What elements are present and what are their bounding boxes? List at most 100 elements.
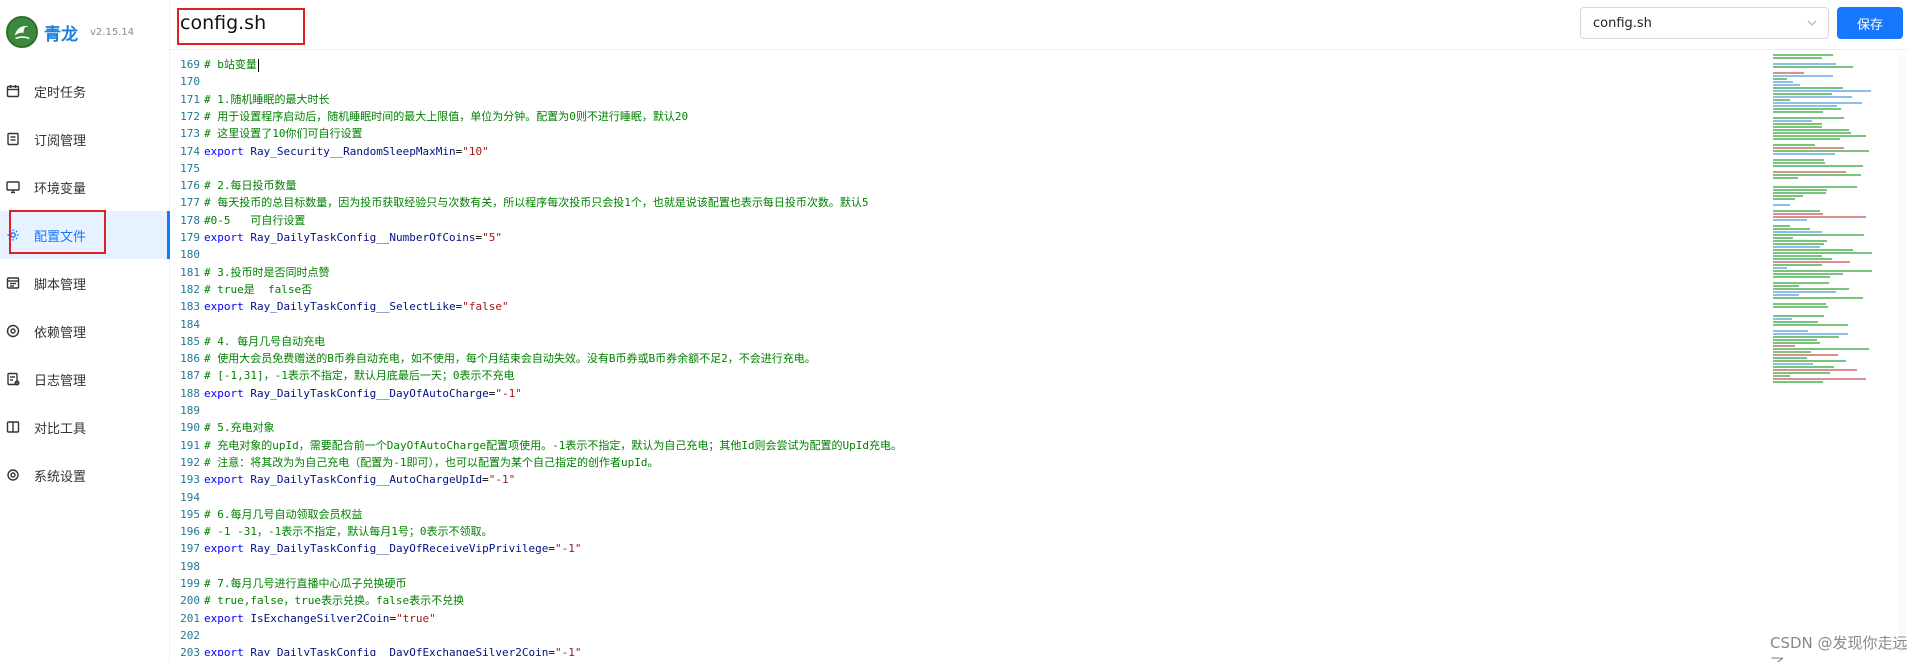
- minimap-line: [1773, 318, 1792, 320]
- sidebar-item-label: 脚本管理: [34, 277, 87, 293]
- code-line[interactable]: 184: [170, 316, 204, 333]
- file-select-value: config.sh: [1593, 15, 1652, 31]
- minimap-line: [1773, 375, 1790, 377]
- code-keyword: export: [204, 300, 251, 314]
- code-line[interactable]: 169 # b站变量: [170, 56, 259, 73]
- code-line[interactable]: 170: [170, 73, 204, 90]
- file-select[interactable]: config.sh: [1580, 7, 1829, 39]
- code-line[interactable]: 171 # 1.随机睡眠的最大时长: [170, 91, 329, 108]
- line-number: 179: [180, 231, 200, 244]
- line-number: 175: [180, 161, 200, 175]
- sidebar-item-label: 系统设置: [34, 469, 87, 485]
- code-editor[interactable]: 169 # b站变量 170 171 # 1.随机睡眠的最大时长 172 # 用于设置程序启…: [170, 56, 1770, 656]
- sidebar-item-label: 订阅管理: [34, 133, 87, 149]
- sidebar-item-scripts[interactable]: 脚本管理: [0, 259, 170, 307]
- code-string: "-1": [555, 646, 582, 656]
- code-line[interactable]: 179 export Ray_DailyTaskConfig__NumberOfC…: [170, 229, 502, 246]
- code-line[interactable]: 180: [170, 246, 204, 263]
- monitor-icon: [6, 180, 20, 194]
- code-comment: # 用于设置程序启动后，随机睡眠时间的最大上限值，单位为分钟。配置为0则不进行睡…: [204, 109, 689, 123]
- code-line[interactable]: 190 # 5.充电对象: [170, 419, 274, 436]
- code-comment: # 这里设置了10你们可自行设置: [204, 127, 363, 141]
- app-logo[interactable]: 青龙 v2.15.14: [6, 14, 134, 50]
- code-line[interactable]: 177 # 每天投币的总目标数量，因为投币获取经验只与次数有关，所以程序每次投币只…: [170, 194, 868, 211]
- line-number: 177: [180, 196, 200, 210]
- editor-scrollbar[interactable]: [1898, 54, 1906, 654]
- minimap-line: [1773, 339, 1817, 341]
- minimap-line: [1773, 192, 1826, 194]
- code-line[interactable]: 174 export Ray_Security__RandomSleepMaxMi…: [170, 143, 489, 160]
- code-line[interactable]: 201 export IsExchangeSilver2Coin="true": [170, 610, 436, 627]
- sidebar-item-subscription[interactable]: 订阅管理: [0, 115, 170, 163]
- line-number: 185: [180, 334, 200, 348]
- sidebar-item-cron[interactable]: 定时任务: [0, 67, 170, 115]
- sidebar-item-label: 对比工具: [34, 421, 87, 437]
- sidebar-item-logs[interactable]: 日志管理: [0, 355, 170, 403]
- code-line[interactable]: 173 # 这里设置了10你们可自行设置: [170, 125, 363, 142]
- app-version: v2.15.14: [90, 26, 135, 38]
- code-line[interactable]: 203 export Ray_DailyTaskConfig__DayOfExch…: [170, 644, 582, 656]
- code-string: "-1": [555, 542, 582, 556]
- minimap-line: [1773, 366, 1834, 368]
- code-line[interactable]: 191 # 充电对象的upId，需要配合前一个DayOfAutoCharge配置项…: [170, 437, 902, 454]
- code-comment: # 使用大会员免费赠送的B币券自动充电，如不使用，每个月结束会自动失效。没有B币…: [204, 352, 816, 366]
- sidebar-item-dependencies[interactable]: 依赖管理: [0, 307, 170, 355]
- code-line[interactable]: 185 # 4. 每月几号自动充电: [170, 333, 325, 350]
- minimap-line: [1773, 210, 1820, 212]
- code-comment: # true是 false否: [204, 282, 313, 296]
- code-line[interactable]: 181 # 3.投币时是否同时点赞: [170, 264, 329, 281]
- sidebar-item-label: 依赖管理: [34, 325, 87, 341]
- sidebar-item-label: 环境变量: [34, 181, 87, 197]
- code-line[interactable]: 194: [170, 489, 204, 506]
- code-keyword: export: [204, 144, 251, 158]
- code-comment: # -1 -31，-1表示不指定，默认每月1号；0表示不领取。: [204, 525, 493, 539]
- code-line[interactable]: 189: [170, 402, 204, 419]
- minimap-line: [1773, 354, 1838, 356]
- code-comment: # true,false，true表示兑换。false表示不兑换: [204, 594, 465, 608]
- code-line[interactable]: 187 # [-1,31]，-1表示不指定，默认月底最后一天；0表示不充电: [170, 367, 514, 384]
- code-line[interactable]: 175: [170, 160, 204, 177]
- minimap-line: [1773, 288, 1849, 290]
- sidebar-item-settings[interactable]: 系统设置: [0, 451, 170, 499]
- code-line[interactable]: 193 export Ray_DailyTaskConfig__AutoCharg…: [170, 471, 515, 488]
- minimap-line: [1773, 360, 1846, 362]
- editor-minimap[interactable]: [1773, 54, 1895, 474]
- sidebar-item-diff[interactable]: 对比工具: [0, 403, 170, 451]
- minimap-line: [1773, 378, 1866, 380]
- code-line[interactable]: 195 # 6.每月几号自动领取会员权益: [170, 506, 363, 523]
- minimap-line: [1773, 342, 1820, 344]
- code-line[interactable]: 199 # 7.每月几号进行直播中心瓜子兑换硬币: [170, 575, 406, 592]
- line-number: 183: [180, 300, 200, 314]
- code-line[interactable]: 202: [170, 627, 204, 644]
- code-line[interactable]: 200 # true,false，true表示兑换。false表示不兑换: [170, 592, 464, 609]
- minimap-line: [1773, 363, 1813, 365]
- minimap-line: [1773, 135, 1866, 137]
- code-line[interactable]: 176 # 2.每日投币数量: [170, 177, 296, 194]
- highlight-box-menu: [9, 210, 106, 254]
- code-line[interactable]: 172 # 用于设置程序启动后，随机睡眠时间的最大上限值，单位为分钟。配置为0则不…: [170, 108, 688, 125]
- minimap-line: [1773, 240, 1827, 242]
- code-line[interactable]: 196 # -1 -31，-1表示不指定，默认每月1号；0表示不领取。: [170, 523, 492, 540]
- code-string: "10": [462, 144, 489, 158]
- minimap-line: [1773, 189, 1827, 191]
- line-number: 172: [180, 109, 200, 123]
- code-line[interactable]: 192 # 注意：将其改为为自己充电（配置为-1即可），也可以配置为某个自己指定的…: [170, 454, 658, 471]
- line-number: 178: [180, 213, 200, 227]
- code-line[interactable]: 198: [170, 558, 204, 575]
- minimap-line: [1773, 198, 1795, 200]
- sidebar: 青龙 v2.15.14 定时任务 订阅管理 环境变量 配置文件 脚本管理 依赖管…: [0, 0, 170, 662]
- chevron-down-icon: [1807, 20, 1817, 26]
- save-button[interactable]: 保存: [1837, 7, 1903, 39]
- code-line[interactable]: 188 export Ray_DailyTaskConfig__DayOfAuto…: [170, 385, 522, 402]
- code-comment: # 6.每月几号自动领取会员权益: [204, 507, 363, 521]
- minimap-line: [1773, 105, 1837, 107]
- code-line[interactable]: 182 # true是 false否: [170, 281, 312, 298]
- code-line[interactable]: 178 #0-5 可自行设置: [170, 212, 305, 229]
- sidebar-item-env[interactable]: 环境变量: [0, 163, 170, 211]
- code-line[interactable]: 183 export Ray_DailyTaskConfig__SelectLik…: [170, 298, 509, 315]
- code-line[interactable]: 197 export Ray_DailyTaskConfig__DayOfRece…: [170, 540, 582, 557]
- minimap-line: [1773, 330, 1808, 332]
- code-line[interactable]: 186 # 使用大会员免费赠送的B币券自动充电，如不使用，每个月结束会自动失效。没…: [170, 350, 816, 367]
- line-number: 180: [180, 248, 200, 262]
- minimap-line: [1773, 276, 1830, 278]
